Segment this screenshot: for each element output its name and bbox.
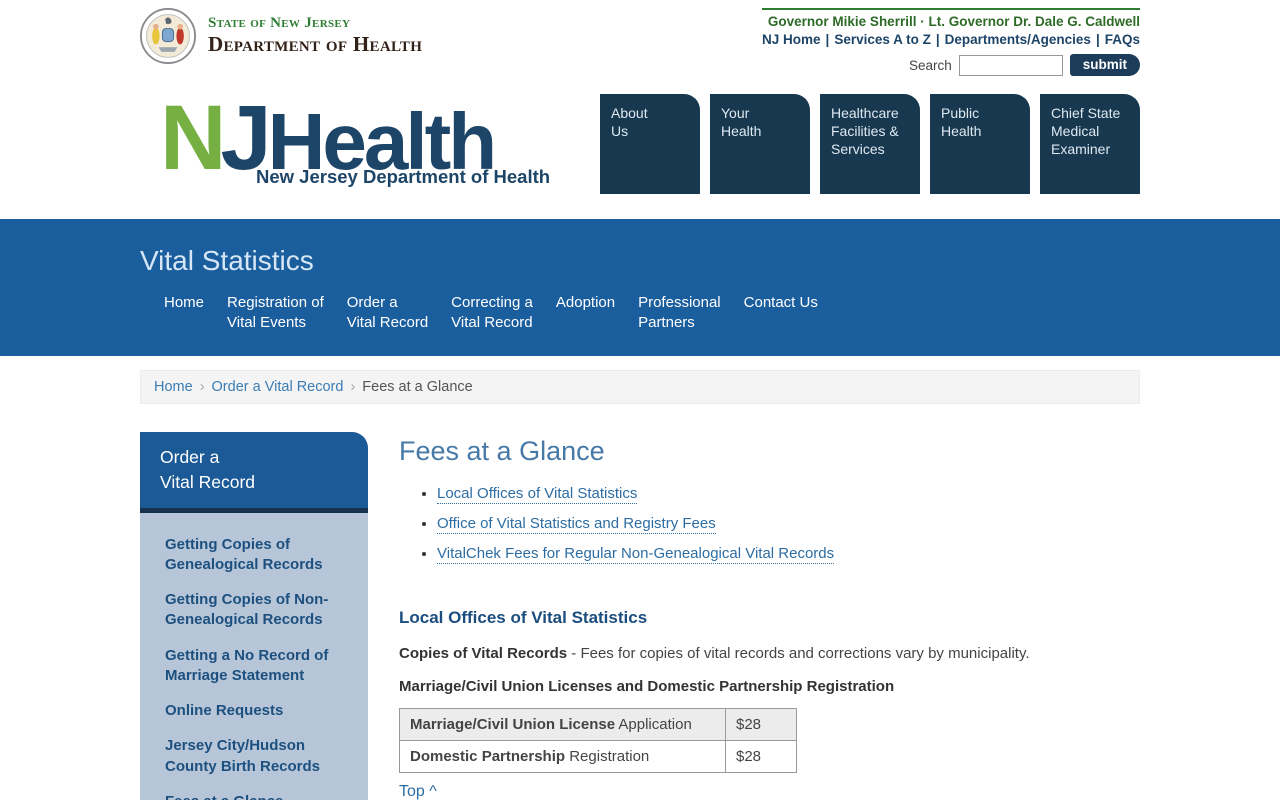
back-to-top-link[interactable]: Top ^ bbox=[399, 783, 437, 800]
section-nav: Home Registration of Vital Events Order … bbox=[164, 293, 1140, 334]
toc-link-vitalchek-fees[interactable]: VitalChek Fees for Regular Non-Genealogi… bbox=[437, 545, 835, 564]
toc-item: Local Offices of Vital Statistics bbox=[437, 485, 1140, 504]
tab-your-health[interactable]: Your Health bbox=[710, 94, 810, 194]
nav-correcting-a-vital-record[interactable]: Correcting a Vital Record bbox=[451, 293, 533, 334]
logo-tagline: New Jersey Department of Health bbox=[256, 166, 551, 187]
pipe-separator: | bbox=[825, 32, 830, 47]
fee-item-cell: Marriage/Civil Union License Application bbox=[399, 708, 726, 741]
agency-branding[interactable]: State of New Jersey Department of Health bbox=[140, 8, 422, 64]
search-submit-button[interactable]: submit bbox=[1069, 54, 1140, 76]
nj-health-logo[interactable]: NJHealth New Jersey Department of Health bbox=[160, 92, 550, 187]
link-faqs[interactable]: FAQs bbox=[1105, 32, 1140, 47]
breadcrumb: Home › Order a Vital Record › Fees at a Glan… bbox=[140, 370, 1140, 404]
table-row: Marriage/Civil Union License Application… bbox=[399, 708, 797, 741]
sidebar-item-fees-at-a-glance[interactable]: Fees at a Glance bbox=[165, 792, 352, 800]
link-services-a-to-z[interactable]: Services A to Z bbox=[834, 32, 931, 47]
nav-order-a-vital-record[interactable]: Order a Vital Record bbox=[347, 293, 428, 334]
fee-item-rest: Registration bbox=[565, 748, 650, 765]
fee-item-bold: Marriage/Civil Union License bbox=[410, 716, 616, 733]
search-label: Search bbox=[908, 57, 952, 73]
breadcrumb-separator: › bbox=[350, 379, 356, 395]
breadcrumb-separator: › bbox=[199, 379, 205, 395]
intro-bold-copies-of-vital-records: Copies of Vital Records bbox=[399, 645, 568, 662]
nav-registration-of-vital-events[interactable]: Registration of Vital Events bbox=[227, 293, 324, 334]
toc-link-office-of-vital-statistics-fees[interactable]: Office of Vital Statistics and Registry … bbox=[437, 515, 716, 534]
primary-tabs: About Us Your Health Healthcare Faciliti… bbox=[600, 94, 1140, 194]
nav-home[interactable]: Home bbox=[164, 293, 204, 334]
page-title: Fees at a Glance bbox=[399, 436, 605, 466]
fee-item-rest: Application bbox=[615, 716, 692, 733]
fees-table: Marriage/Civil Union License Application… bbox=[399, 708, 797, 773]
nav-professional-partners[interactable]: Professional Partners bbox=[638, 293, 721, 334]
fee-item-bold: Domestic Partnership bbox=[410, 748, 566, 765]
pipe-separator: | bbox=[1095, 32, 1100, 47]
toc-item: Office of Vital Statistics and Registry … bbox=[437, 515, 1140, 534]
toc-list: Local Offices of Vital Statistics Office… bbox=[437, 485, 1140, 564]
sidebar-item-no-record-of-marriage[interactable]: Getting a No Record of Marriage Statemen… bbox=[165, 646, 352, 687]
sidebar-header-order-a-vital-record[interactable]: Order a Vital Record bbox=[140, 432, 368, 513]
toc-item: VitalChek Fees for Regular Non-Genealogi… bbox=[437, 545, 1140, 564]
header: State of New Jersey Department of Health… bbox=[140, 0, 1140, 206]
subheading-marriage-civil-union: Marriage/Civil Union Licenses and Domest… bbox=[399, 678, 895, 695]
breadcrumb-current-page: Fees at a Glance bbox=[362, 379, 473, 395]
main-content: Fees at a Glance Local Offices of Vital … bbox=[399, 432, 1140, 800]
fee-item-cell: Domestic Partnership Registration bbox=[399, 740, 726, 773]
pipe-separator: | bbox=[935, 32, 940, 47]
nav-adoption[interactable]: Adoption bbox=[556, 293, 615, 334]
nav-contact-us[interactable]: Contact Us bbox=[744, 293, 818, 334]
sidebar-menu: Getting Copies of Genealogical Records G… bbox=[140, 512, 368, 800]
fee-amount-cell: $28 bbox=[725, 708, 797, 741]
breadcrumb-home[interactable]: Home bbox=[154, 379, 193, 395]
toc-link-local-offices[interactable]: Local Offices of Vital Statistics bbox=[437, 485, 638, 504]
intro-paragraph: Copies of Vital Records - Fees for copie… bbox=[399, 645, 1140, 662]
sidebar-item-online-requests[interactable]: Online Requests bbox=[165, 701, 352, 721]
tab-chief-state-medical-examiner[interactable]: Chief State Medical Examiner bbox=[1040, 94, 1140, 194]
sidebar: Order a Vital Record Getting Copies of G… bbox=[140, 432, 368, 800]
search-input[interactable] bbox=[958, 54, 1063, 76]
sidebar-item-non-genealogical-records[interactable]: Getting Copies of Non-Genealogical Recor… bbox=[165, 590, 352, 631]
header-right: Governor Mikie Sherrill · Lt. Governor D… bbox=[762, 8, 1140, 76]
nj-state-seal-icon bbox=[140, 8, 196, 64]
tab-public-health[interactable]: Public Health bbox=[930, 94, 1030, 194]
state-of-nj-label: State of New Jersey bbox=[208, 15, 351, 31]
breadcrumb-order-a-vital-record[interactable]: Order a Vital Record bbox=[212, 379, 344, 395]
link-departments-agencies[interactable]: Departments/Agencies bbox=[945, 32, 1091, 47]
logo-letter-n: N bbox=[160, 87, 226, 189]
sidebar-item-jersey-city-hudson-county[interactable]: Jersey City/Hudson County Birth Records bbox=[165, 736, 352, 777]
section-banner: Vital Statistics Home Registration of Vi… bbox=[0, 219, 1280, 356]
sidebar-item-genealogical-records[interactable]: Getting Copies of Genealogical Records bbox=[165, 535, 352, 576]
section-title: Vital Statistics bbox=[140, 245, 314, 276]
governor-line[interactable]: Governor Mikie Sherrill · Lt. Governor D… bbox=[762, 14, 1140, 29]
fee-amount-cell: $28 bbox=[725, 740, 797, 773]
table-row: Domestic Partnership Registration $28 bbox=[399, 740, 797, 773]
tab-about-us[interactable]: About Us bbox=[600, 94, 700, 194]
intro-rest: - Fees for copies of vital records and c… bbox=[567, 645, 1030, 662]
section-heading-local-offices: Local Offices of Vital Statistics bbox=[399, 608, 648, 627]
quick-links: NJ Home | Services A to Z | Departments/Agen… bbox=[762, 32, 1140, 47]
tab-healthcare-facilities-services[interactable]: Healthcare Facilities & Services bbox=[820, 94, 920, 194]
link-nj-home[interactable]: NJ Home bbox=[762, 32, 821, 47]
department-of-health-label: Department of Health bbox=[208, 32, 423, 56]
